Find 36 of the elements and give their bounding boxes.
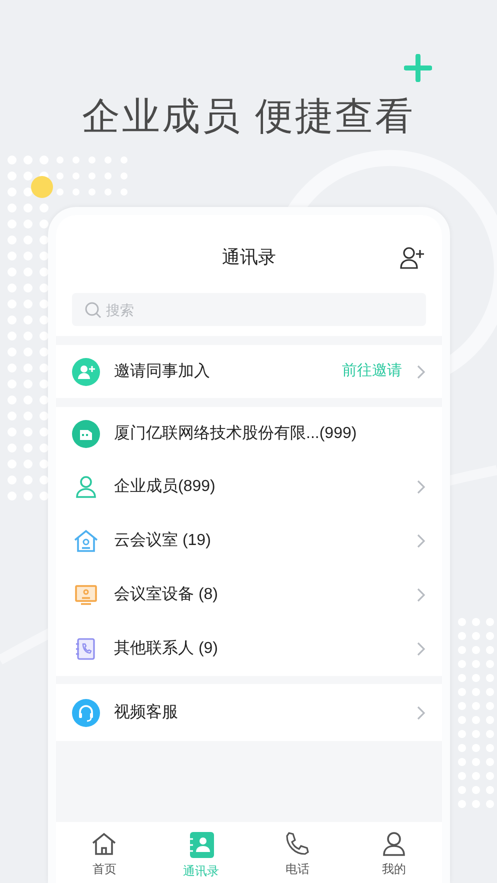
- service-row[interactable]: 视频客服: [56, 684, 442, 741]
- tab[interactable]: 我的: [346, 822, 442, 883]
- invite-row[interactable]: 邀请同事加入 前往邀请: [56, 345, 442, 398]
- company-row[interactable]: 厦门亿联网络技术股份有限...(999): [56, 407, 442, 460]
- ball-icon: [31, 176, 53, 198]
- category-label: 企业成员(899): [114, 476, 216, 497]
- headset-icon: [72, 698, 100, 726]
- headline: 企业成员 便捷查看: [82, 95, 415, 140]
- add-contact-icon[interactable]: [400, 246, 426, 270]
- category-label: 其他联系人 (9): [114, 638, 218, 659]
- building-icon: [72, 420, 100, 448]
- screen-title: 通讯录: [222, 246, 276, 269]
- search-field[interactable]: 搜索: [72, 293, 426, 326]
- chevron-icon: [416, 587, 426, 603]
- chevron-icon: [416, 533, 426, 549]
- chevron-icon: [416, 641, 426, 657]
- contact-category-row[interactable]: 其他联系人 (9): [56, 622, 442, 676]
- invite-label: 邀请同事加入: [114, 362, 210, 382]
- company-label: 厦门亿联网络技术股份有限...(999): [114, 424, 357, 444]
- contact-category-row[interactable]: 企业成员(899): [56, 460, 442, 514]
- house-icon: [72, 527, 100, 555]
- tab[interactable]: 电话: [249, 822, 346, 883]
- category-label: 云会议室 (19): [114, 530, 211, 551]
- chevron-icon: [416, 479, 426, 495]
- search-icon: [84, 301, 102, 319]
- tab[interactable]: 首页: [56, 822, 152, 883]
- add-person-icon: [72, 358, 100, 386]
- chevron-icon: [416, 704, 426, 720]
- phone-icon: [283, 830, 312, 858]
- home-icon: [90, 830, 118, 858]
- plus-icon: [404, 54, 432, 82]
- contact-category-row[interactable]: 会议室设备 (8): [56, 568, 442, 622]
- category-label: 会议室设备 (8): [114, 584, 218, 605]
- contact-category-row[interactable]: 云会议室 (19): [56, 514, 442, 568]
- chevron-icon: [416, 364, 426, 380]
- service-label: 视频客服: [114, 702, 178, 722]
